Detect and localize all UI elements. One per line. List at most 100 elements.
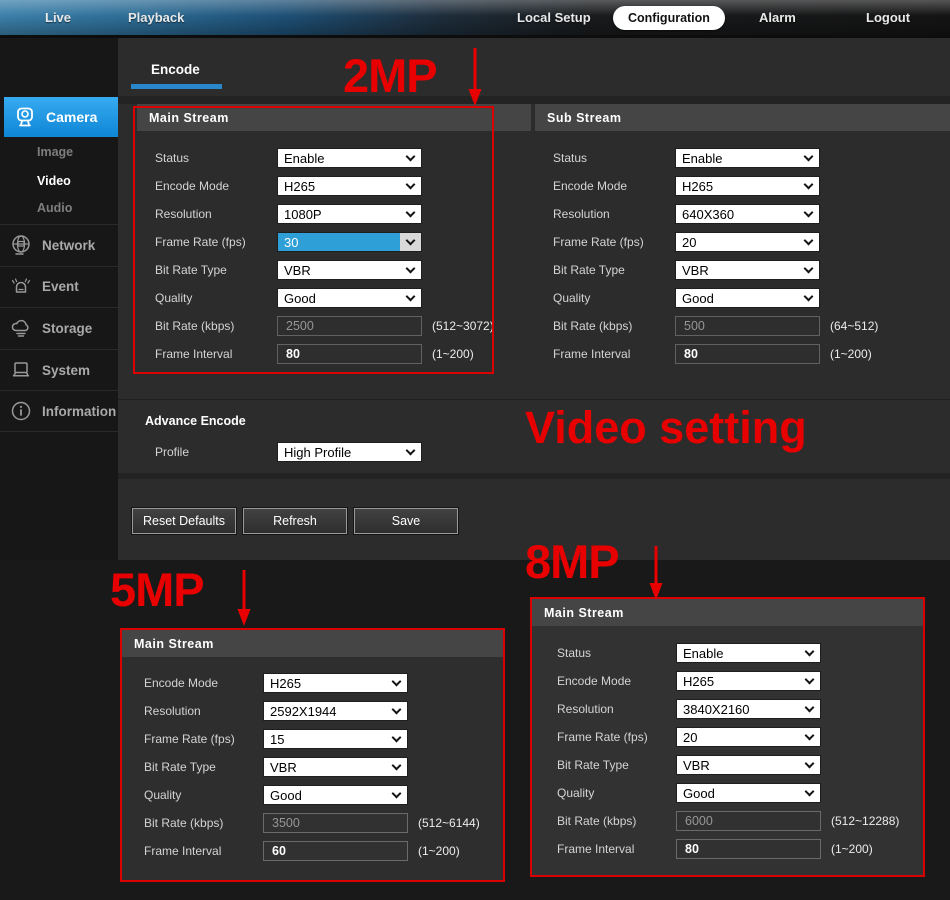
refresh-button[interactable]: Refresh [243,508,347,534]
select-value: H265 [683,673,715,689]
field-label: Resolution [144,704,201,718]
resolution-select[interactable]: 640X360 [675,204,820,224]
select-value: H265 [284,178,316,194]
form-row: Bit Rate (kbps) 6000 (512~12288) [557,807,923,835]
resolution-select[interactable]: 2592X1944 [263,701,408,721]
nav-logout[interactable]: Logout [866,0,910,35]
nav-playback[interactable]: Playback [128,0,184,35]
field-label: Bit Rate (kbps) [553,319,633,333]
sidebar-item-label: Camera [46,109,98,125]
frame-interval-input[interactable]: 80 [676,839,821,859]
advance-encode-title: Advance Encode [145,414,246,428]
save-button[interactable]: Save [354,508,458,534]
frame-interval-input[interactable]: 80 [277,344,422,364]
chevron-down-icon [799,784,820,802]
quality-select[interactable]: Good [277,288,422,308]
frame-interval-input[interactable]: 80 [675,344,820,364]
annotation-5mp: 5MP [110,563,205,616]
frame-rate-fps-select[interactable]: 15 [263,729,408,749]
nav-configuration[interactable]: Configuration [613,6,725,30]
status-select[interactable]: Enable [675,148,820,168]
form-row: Encode Mode H265 [144,669,503,697]
chevron-down-icon [400,149,421,167]
annotation-2mp: 2MP [343,49,438,102]
nav-live[interactable]: Live [45,0,71,35]
bit-rate-type-select[interactable]: VBR [277,260,422,280]
select-value: Enable [683,645,724,661]
frame-interval-input[interactable]: 60 [263,841,408,861]
select-value: Good [683,785,715,801]
select-value: Good [284,290,316,306]
quality-select[interactable]: Good [263,785,408,805]
sidebar-item-network[interactable]: Network [0,224,118,266]
frame-rate-fps-select[interactable]: 20 [675,232,820,252]
advance-encode-section: Advance Encode Profile High Profile [118,399,950,462]
bit-rate-type-select[interactable]: VBR [675,260,820,280]
form-row: Bit Rate Type VBR [144,753,503,781]
reset-defaults-button[interactable]: Reset Defaults [132,508,236,534]
sidebar-item-camera[interactable]: Camera [4,97,131,137]
sidebar-item-storage[interactable]: Storage [0,307,118,349]
form-row: Bit Rate Type VBR [553,256,950,284]
frame-rate-fps-select[interactable]: 30 [277,232,422,252]
sidebar-item-label: System [42,362,91,378]
form-row: Frame Rate (fps) 20 [553,228,950,256]
main-stream-panel-8mp: Main Stream Status Enable Encode Mode H265 R… [530,597,925,877]
field-label: Bit Rate (kbps) [155,319,235,333]
chevron-down-icon [799,672,820,690]
annotation-arrow-8mp [649,546,663,600]
sidebar-subitem-audio[interactable]: Audio [37,201,72,215]
field-label: Quality [155,291,193,305]
tab-encode[interactable]: Encode [151,62,200,77]
select-value: Good [682,290,714,306]
sidebar-item-event[interactable]: Event [0,265,118,308]
sidebar-item-information[interactable]: Information [0,390,118,432]
field-label: Quality [144,788,182,802]
bit-rate-kbps-input: 2500 [277,316,422,336]
encode-mode-select[interactable]: H265 [263,673,408,693]
chevron-down-icon [386,702,407,720]
sidebar-subitem-video[interactable]: Video [37,174,71,188]
bit-rate-type-select[interactable]: VBR [676,755,821,775]
chevron-down-icon [400,233,421,251]
form-row: Frame Interval 80 (1~200) [155,340,531,368]
quality-select[interactable]: Good [675,288,820,308]
bit-rate-kbps-input: 3500 [263,813,408,833]
resolution-select[interactable]: 3840X2160 [676,699,821,719]
resolution-select[interactable]: 1080P [277,204,422,224]
annotation-8mp: 8MP [525,535,620,588]
chevron-down-icon [798,289,819,307]
nav-local-setup[interactable]: Local Setup [517,0,591,35]
status-select[interactable]: Enable [676,643,821,663]
form-row: Status Enable [553,144,950,172]
select-value: High Profile [284,444,352,460]
form-row: Status Enable [155,144,531,172]
sidebar-item-label: Network [42,237,96,253]
form-row: Frame Rate (fps) 30 [155,228,531,256]
sidebar-group: Network Event Storage System Information [0,224,118,432]
field-label: Encode Mode [144,676,219,690]
sidebar-subitem-image[interactable]: Image [37,145,73,159]
select-value: 30 [278,233,400,251]
sidebar-item-system[interactable]: System [0,348,118,391]
status-select[interactable]: Enable [277,148,422,168]
chevron-down-icon [798,233,819,251]
encode-mode-select[interactable]: H265 [676,671,821,691]
form-row: Encode Mode H265 [553,172,950,200]
form-row: Bit Rate Type VBR [155,256,531,284]
select-value: 640X360 [682,206,735,222]
bit-rate-type-select[interactable]: VBR [263,757,408,777]
encode-mode-select[interactable]: H265 [277,176,422,196]
profile-select[interactable]: High Profile [277,442,422,462]
chevron-down-icon [400,177,421,195]
form-row: Resolution 3840X2160 [557,695,923,723]
form-row: Quality Good [155,284,531,312]
select-value: VBR [284,262,311,278]
field-label: Bit Rate (kbps) [144,816,224,830]
encode-mode-select[interactable]: H265 [675,176,820,196]
chevron-down-icon [386,674,407,692]
quality-select[interactable]: Good [676,783,821,803]
frame-rate-fps-select[interactable]: 20 [676,727,821,747]
nav-alarm[interactable]: Alarm [759,0,796,35]
field-label: Bit Rate Type [155,263,227,277]
